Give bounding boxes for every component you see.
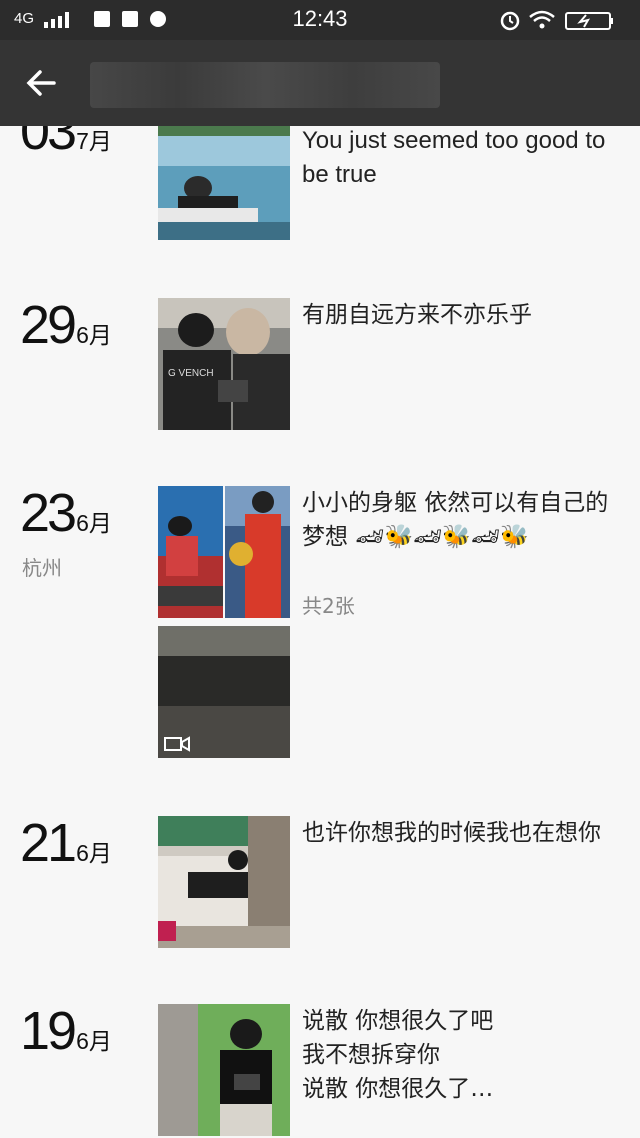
entry-day: 29 bbox=[20, 295, 77, 355]
entry-month: 6月 bbox=[76, 1028, 112, 1054]
entry-month: 6月 bbox=[76, 840, 112, 866]
entry-text: 说散 你想很久了吧 我不想拆穿你 说散 你想很久了… bbox=[302, 1008, 494, 1102]
entry-photo[interactable] bbox=[158, 1004, 290, 1136]
status-icons bbox=[500, 10, 613, 31]
entry-month: 6月 bbox=[76, 510, 112, 536]
moments-feed[interactable]: 037月 When I laid my eyes on you You just… bbox=[0, 126, 640, 1138]
status-bar: 4G 12:43 bbox=[0, 0, 640, 40]
feed-entry[interactable]: 296月 G VENCH 有朋自远方来不亦乐乎 bbox=[0, 298, 640, 438]
feed-entry[interactable]: 037月 When I laid my eyes on you You just… bbox=[0, 126, 640, 246]
entry-month: 7月 bbox=[76, 128, 112, 154]
video-icon bbox=[164, 736, 190, 752]
wifi-icon bbox=[529, 10, 555, 29]
entry-date: 196月 bbox=[20, 1004, 112, 1058]
feed-entry[interactable]: 196月 说散 你想很久了吧 我不想拆穿你 说散 你想很久了… bbox=[0, 1004, 640, 1138]
entry-photo[interactable] bbox=[225, 486, 290, 618]
feed-entry[interactable]: 216月 也许你想我的时候我也在想你 bbox=[0, 816, 640, 956]
alarm-icon bbox=[500, 11, 520, 31]
entry-text: 有朋自远方来不亦乐乎 bbox=[302, 302, 532, 328]
entry-photo[interactable]: G VENCH bbox=[158, 298, 290, 430]
entry-date: 037月 bbox=[20, 126, 112, 158]
entry-text: 也许你想我的时候我也在想你 bbox=[302, 820, 601, 846]
battery-icon bbox=[565, 12, 613, 30]
entry-photo[interactable] bbox=[158, 816, 290, 948]
svg-text:G VENCH: G VENCH bbox=[168, 368, 214, 379]
entry-day: 21 bbox=[20, 813, 77, 873]
feed-entry[interactable]: 236月 杭州 小小的身躯 依然可以有自己的梦想 🏎🐝🏎🐝🏎🐝 共2张 bbox=[0, 486, 640, 766]
entry-day: 23 bbox=[20, 483, 77, 543]
entry-location: 杭州 bbox=[22, 556, 62, 580]
entry-date: 296月 bbox=[20, 298, 112, 352]
entry-text: When I laid my eyes on you You just seem… bbox=[302, 127, 606, 188]
entry-day: 03 bbox=[20, 126, 77, 161]
entry-photo[interactable] bbox=[158, 126, 290, 240]
arrow-left-icon[interactable] bbox=[18, 60, 64, 106]
video-thumbnail[interactable] bbox=[158, 626, 290, 758]
entry-text: 小小的身躯 依然可以有自己的梦想 🏎🐝🏎🐝🏎🐝 bbox=[302, 490, 609, 550]
entry-date: 216月 bbox=[20, 816, 112, 870]
entry-day: 19 bbox=[20, 1001, 77, 1061]
app-header bbox=[0, 40, 640, 126]
entry-month: 6月 bbox=[76, 322, 112, 348]
blurred-title bbox=[90, 62, 440, 108]
entry-photo[interactable] bbox=[158, 486, 223, 618]
photo-count: 共2张 bbox=[302, 594, 355, 618]
entry-date: 236月 bbox=[20, 486, 112, 540]
